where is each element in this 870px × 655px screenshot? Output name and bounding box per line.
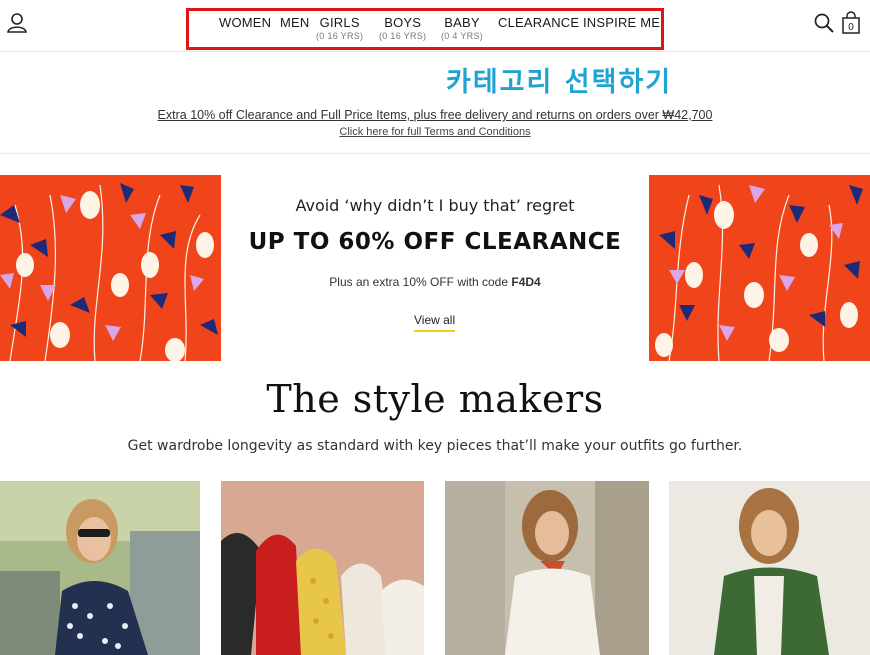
nav-age-range: (0 16 YRS) <box>316 31 364 41</box>
nav-item-clearance[interactable]: CLEARANCE <box>498 15 579 30</box>
divider <box>0 153 870 154</box>
promo-code: F4D4 <box>511 275 541 289</box>
nav-item-inspire-me[interactable]: INSPIRE ME <box>583 15 660 30</box>
nav-label: MEN <box>280 15 310 30</box>
section-subtitle: Get wardrobe longevity as standard with … <box>127 438 743 454</box>
nav-label: CLEARANCE <box>498 15 580 30</box>
promo-link[interactable]: Extra 10% off Clearance and Full Price I… <box>0 108 870 122</box>
search-icon[interactable] <box>811 10 837 36</box>
lifestyle-image-card[interactable] <box>669 481 870 655</box>
nav-item-girls[interactable]: GIRLS (0 16 YRS) <box>316 15 363 41</box>
site-header: WOMEN MEN GIRLS (0 16 YRS) BOYS (0 16 YR… <box>0 0 870 52</box>
nav-label: BABY <box>444 15 480 30</box>
user-icon[interactable] <box>4 10 30 36</box>
nav-label: WOMEN <box>219 15 272 30</box>
bag-count: 0 <box>848 22 854 33</box>
nav-label: BOYS <box>384 15 422 30</box>
nav-label: GIRLS <box>319 15 360 30</box>
terms-link[interactable]: Click here for full Terms and Conditions <box>0 126 870 138</box>
nav-label: INSPIRE ME <box>583 15 661 30</box>
shopping-bag-icon[interactable]: 0 <box>838 10 864 36</box>
banner-image-left <box>0 175 221 361</box>
nav-item-boys[interactable]: BOYS (0 16 YRS) <box>379 15 426 41</box>
category-nav: WOMEN MEN GIRLS (0 16 YRS) BOYS (0 16 YR… <box>186 8 664 50</box>
banner-image-right <box>649 175 870 361</box>
nav-age-range: (0 16 YRS) <box>379 31 427 41</box>
banner-kicker: Avoid ‘why didn’t I buy that’ regret <box>295 196 575 215</box>
banner-headline: UP TO 60% OFF CLEARANCE <box>248 229 622 255</box>
nav-item-women[interactable]: WOMEN <box>219 15 271 30</box>
nav-item-men[interactable]: MEN <box>280 15 310 30</box>
lifestyle-image-card[interactable] <box>445 481 649 655</box>
view-all-link[interactable]: View all <box>414 313 456 332</box>
shoes-image-card[interactable] <box>221 481 424 655</box>
banner-subtext: Plus an extra 10% OFF with code F4D4 <box>221 275 649 289</box>
banner-subtext-prefix: Plus an extra 10% OFF with code <box>329 275 512 289</box>
nav-age-range: (0 4 YRS) <box>441 31 484 41</box>
section-title: The style makers <box>266 377 604 421</box>
lifestyle-image-card[interactable] <box>0 481 200 655</box>
annotation-label: 카테고리 선택하기 <box>446 67 673 98</box>
nav-item-baby[interactable]: BABY (0 4 YRS) <box>441 15 483 41</box>
